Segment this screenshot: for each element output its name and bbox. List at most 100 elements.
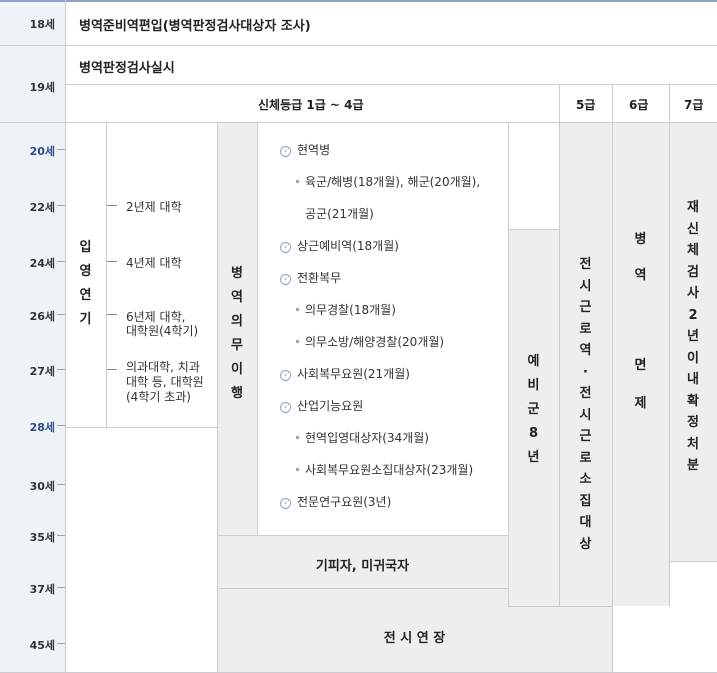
grade5-char: 시 xyxy=(579,278,592,294)
age-label: 35세 xyxy=(29,531,55,544)
grade7-char: 내 xyxy=(687,372,699,387)
row18-text: 병역준비역편입(병역판정검사대상자 조사) xyxy=(79,19,311,34)
grade5-char: 근 xyxy=(579,300,592,315)
duty-item-text: 의무소방/해양경찰(20개월) xyxy=(305,335,445,349)
grade7-char: 사 xyxy=(687,286,699,301)
grade7-char: 확 xyxy=(687,393,699,409)
grade5-char: · xyxy=(583,364,588,380)
grade6-char: 면 xyxy=(634,358,647,373)
duty-item-text: 의무경찰(18개월) xyxy=(305,303,396,317)
grade5-bottom-line xyxy=(508,606,612,607)
duty-subitem-cont: 공군(21개월) xyxy=(280,205,480,237)
age-tick xyxy=(57,149,65,150)
grade5-char: 전 xyxy=(579,257,592,272)
grade5-char: 로 xyxy=(579,321,592,337)
circle-arrow-icon: › xyxy=(280,370,291,381)
item-dash xyxy=(107,205,117,206)
grade5-char: 전 xyxy=(579,386,592,401)
age-tick xyxy=(57,535,65,536)
grade-5-header: 5급 xyxy=(576,98,596,112)
reserve-char: 년 xyxy=(527,450,540,465)
row-line-18 xyxy=(0,45,717,46)
duty-label-char: 병 xyxy=(231,266,243,281)
postponement-item: 2년제 대학 xyxy=(126,200,182,214)
duty-item-text: 전문연구요원(3년) xyxy=(297,495,392,509)
square-bullet-icon xyxy=(296,436,299,439)
postpone-bottom-line xyxy=(65,427,217,428)
duty-item-text: 산업기능요원 xyxy=(297,399,364,413)
postponement-char: 기 xyxy=(79,312,92,327)
grade5-char: 로 xyxy=(579,450,592,466)
duty-item-text: 육군/해병(18개월), 해군(20개월), xyxy=(305,175,481,189)
postponement-item: 4년제 대학 xyxy=(126,256,182,270)
duty-item-text: 전환복무 xyxy=(297,271,342,285)
grade7-label: 재 신 체 검 사 2 년 이 내 확 정 처 분 xyxy=(669,197,717,477)
duty-label-char: 의 xyxy=(231,314,243,329)
duty-label-char: 역 xyxy=(231,290,243,305)
age-tick xyxy=(57,369,65,370)
grade5-char: 대 xyxy=(579,515,592,530)
reserve-char: 비 xyxy=(527,378,540,393)
square-bullet-icon xyxy=(296,340,299,343)
duty-subitem: 육군/해병(18개월), 해군(20개월), xyxy=(280,173,480,205)
age-label: 22세 xyxy=(29,201,55,214)
reserve-bg-lower xyxy=(508,588,559,606)
circle-arrow-icon: › xyxy=(280,242,291,253)
age-label: 37세 xyxy=(29,583,55,596)
duty-item-text: 사회복무요원(21개월) xyxy=(297,367,410,381)
circle-arrow-icon: › xyxy=(280,146,291,157)
grade7-bottom-line xyxy=(669,561,717,562)
postpone-divider xyxy=(106,122,107,427)
grade5-char: 시 xyxy=(579,407,592,423)
row-line-19b xyxy=(0,122,717,123)
grade-6-header: 6급 xyxy=(629,98,649,112)
circle-arrow-icon: › xyxy=(280,498,291,509)
grade-7-header: 7급 xyxy=(684,98,704,112)
item-dash xyxy=(107,314,117,315)
grade-1-4-header: 신체등급 1급 ~ 4급 xyxy=(258,98,364,112)
row19-text: 병역판정검사실시 xyxy=(79,61,175,76)
square-bullet-icon xyxy=(296,308,299,311)
reserve-label: 예 비 군 8 년 xyxy=(508,350,559,470)
reserve-char: 군 xyxy=(527,402,540,417)
grade7-char: 검 xyxy=(687,264,699,280)
postponement-item: 의과대학, 치과 대학 등, 대학원 (4학기 초과) xyxy=(126,360,204,404)
grade5-label: 전 시 근 로 역 · 전 시 근 로 소 집 대 상 xyxy=(559,254,612,555)
age-tick xyxy=(57,587,65,588)
wartime-extension-text: 전 시 연 장 xyxy=(383,631,446,646)
grade5-char: 근 xyxy=(579,429,592,444)
reserve-char: 예 xyxy=(527,354,540,369)
grade7-char: 신 xyxy=(687,221,699,237)
grade6-label: 병 역 면 제 xyxy=(612,228,669,422)
age-label: 28세 xyxy=(29,421,55,434)
grade7-char: 년 xyxy=(687,329,699,344)
duty-item: › 상근예비역(18개월) xyxy=(280,237,480,269)
duty-item: › 전환복무 xyxy=(280,269,480,301)
duty-item: › 전문연구요원(3년) xyxy=(280,493,480,525)
evader-bottom-line xyxy=(217,588,508,589)
age-tick xyxy=(57,484,65,485)
duty-item-text: 현역병 xyxy=(297,143,331,157)
grade6-char: 병 xyxy=(634,232,647,247)
postponement-char: 연 xyxy=(79,288,92,303)
postponement-char: 입 xyxy=(79,240,92,255)
age-label: 19세 xyxy=(29,81,55,94)
item-dash xyxy=(107,261,117,262)
age-label: 30세 xyxy=(29,480,55,493)
reserve-top-line xyxy=(508,229,559,230)
age-tick xyxy=(57,205,65,206)
grade5-char: 집 xyxy=(579,493,592,509)
grade7-char: 체 xyxy=(687,243,699,258)
grade7-char: 정 xyxy=(687,415,699,430)
grade7-char: 분 xyxy=(687,458,699,473)
duty-subitem: 현역입영대상자(34개월) xyxy=(280,429,480,461)
age-divider xyxy=(65,0,66,673)
age-label: 24세 xyxy=(29,257,55,270)
age-tick xyxy=(57,425,65,426)
postponement-char: 영 xyxy=(79,264,92,279)
grade5-char: 소 xyxy=(579,472,592,487)
age-column xyxy=(0,0,65,673)
square-bullet-icon xyxy=(296,180,299,183)
postponement-label: 입 영 연 기 xyxy=(65,236,106,332)
duty-item-text: 공군(21개월) xyxy=(305,207,374,221)
